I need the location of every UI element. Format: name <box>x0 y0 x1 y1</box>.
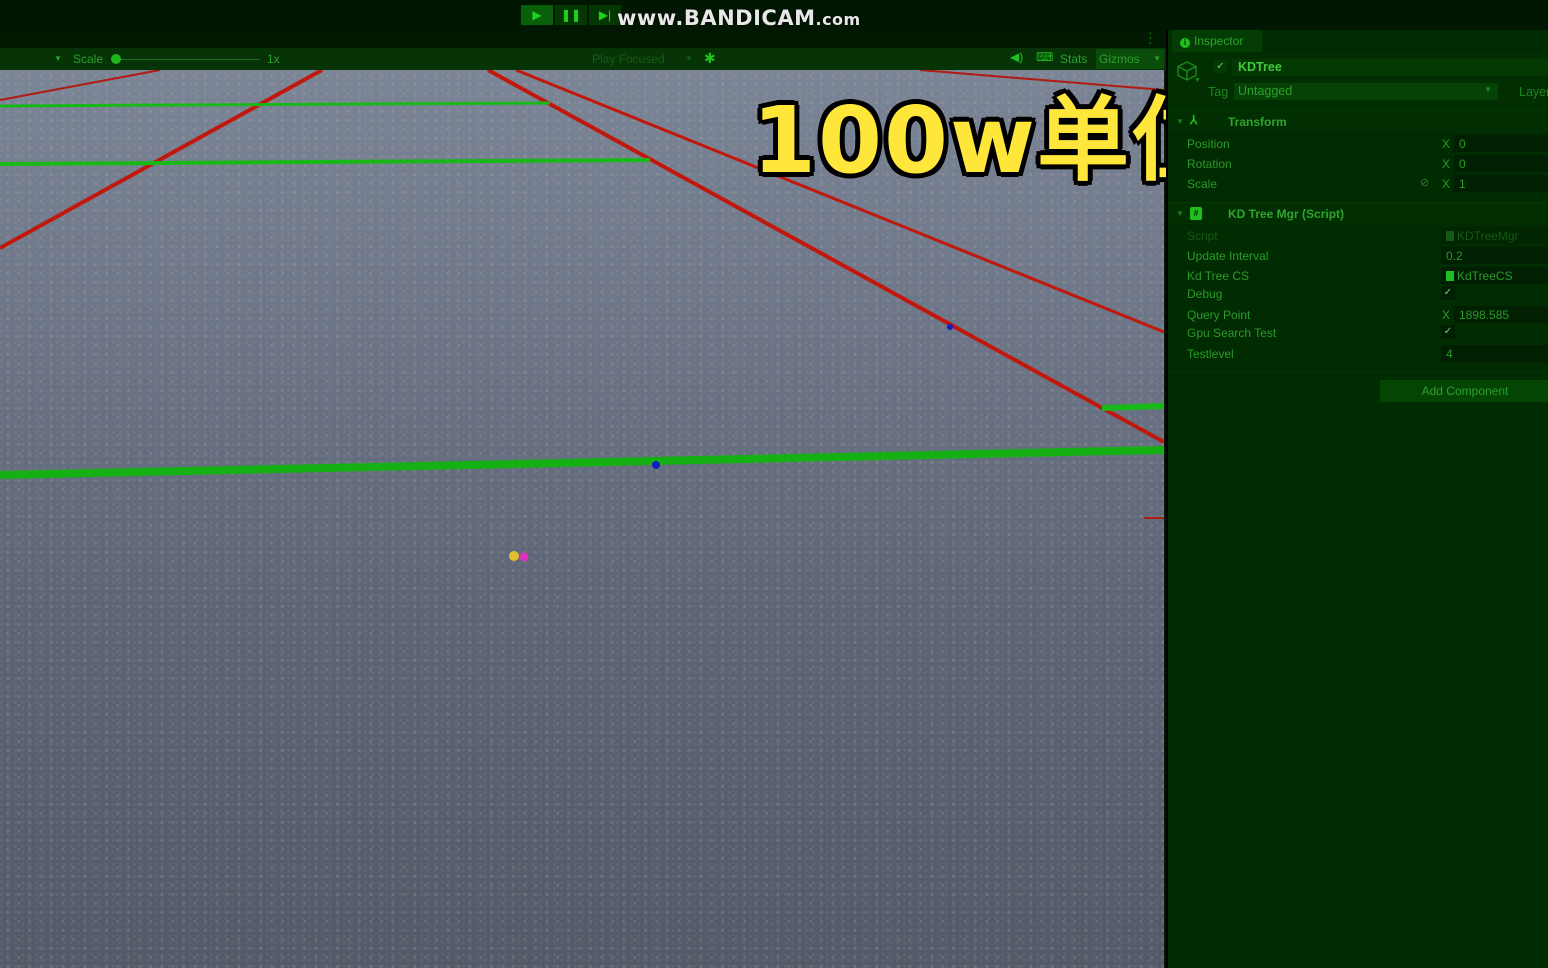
gizmos-button[interactable]: Gizmos ▼ <box>1096 49 1164 69</box>
kdtree-mgr-title: KD Tree Mgr (Script) <box>1228 207 1345 221</box>
script-value: KDTreeMgr <box>1457 229 1519 243</box>
kdtree-mgr-component-header[interactable]: ▼ # KD Tree Mgr (Script) <box>1168 202 1548 224</box>
scale-x-label: X <box>1442 177 1451 191</box>
scale-label: Scale <box>73 52 104 66</box>
editor-top-bar: ▶ ❚❚ ▶| www.BANDICAM.com <box>0 0 1548 32</box>
play-button[interactable]: ▶ <box>521 5 553 25</box>
gpu-search-test-row: Gpu Search Test ✓ <box>1168 323 1548 343</box>
testlevel-field[interactable]: 4 <box>1441 345 1548 362</box>
constrain-proportions-icon[interactable]: ⊘ <box>1420 176 1429 189</box>
kd-split-line-z <box>0 158 651 166</box>
rotation-x-field[interactable]: 0 <box>1454 155 1548 172</box>
video-caption: 100w单位 <box>752 87 1226 194</box>
play-mode-dropdown[interactable]: Play Focused <box>592 52 665 66</box>
scale-slider-track[interactable] <box>118 59 260 60</box>
active-checkbox[interactable]: ✓ <box>1214 60 1227 73</box>
tag-dropdown[interactable]: Untagged ▼ <box>1234 83 1498 100</box>
query-point-x-field[interactable]: 1898.585 <box>1454 306 1548 323</box>
kd-node-marker <box>652 461 660 469</box>
position-x-field[interactable]: 0 <box>1454 135 1548 152</box>
update-interval-field[interactable]: 0.2 <box>1441 247 1548 264</box>
more-options-icon[interactable]: · · · <box>1148 25 1153 49</box>
testlevel-label: Testlevel <box>1187 347 1234 361</box>
component-divider <box>1168 371 1548 372</box>
testlevel-row: Testlevel 4 <box>1168 344 1548 364</box>
kd-tree-cs-row: Kd Tree CS KdTreeCS <box>1168 266 1548 286</box>
play-controls: ▶ ❚❚ ▶| <box>521 5 621 25</box>
game-viewport[interactable] <box>0 70 1164 968</box>
scale-x-field[interactable]: 1 <box>1454 175 1548 192</box>
transform-icon: ⅄ <box>1190 113 1198 127</box>
query-point-marker <box>509 551 519 561</box>
step-icon: ▶| <box>598 8 612 22</box>
add-component-button[interactable]: Add Component <box>1380 380 1548 402</box>
game-view-toolbar: ▼ Scale 1x Play Focused ▼ ✱ ◀) ⌨ Stats G… <box>0 48 1166 70</box>
position-row: Position X 0 <box>1168 134 1548 154</box>
script-icon: # <box>1190 207 1202 220</box>
kd-split-line-x <box>0 70 323 250</box>
rotation-row: Rotation X 0 <box>1168 154 1548 174</box>
pause-button[interactable]: ❚❚ <box>555 5 587 25</box>
position-label: Position <box>1187 137 1230 151</box>
play-icon: ▶ <box>532 8 542 22</box>
position-x-label: X <box>1442 137 1451 151</box>
rotation-x-label: X <box>1442 157 1451 171</box>
script-row: Script KDTreeMgr <box>1168 226 1548 246</box>
tab-inspector-label: Inspector <box>1194 34 1244 48</box>
transform-title: Transform <box>1228 115 1287 129</box>
layer-label: Layer <box>1519 85 1548 99</box>
kd-tree-cs-field[interactable]: KdTreeCS <box>1441 267 1548 284</box>
gpu-search-test-label: Gpu Search Test <box>1187 326 1277 340</box>
kd-split-line-z <box>0 101 551 108</box>
script-asset-icon <box>1446 231 1454 241</box>
info-icon: i <box>1180 38 1190 48</box>
scale-label: Scale <box>1187 177 1218 191</box>
bug-icon[interactable]: ✱ <box>704 50 716 67</box>
update-interval-label: Update Interval <box>1187 249 1269 263</box>
debug-row: Debug ✓ <box>1168 284 1548 304</box>
gizmos-dropdown-arrow-icon[interactable]: ▼ <box>1153 54 1161 63</box>
foldout-arrow-icon[interactable]: ▼ <box>1176 117 1184 126</box>
kd-split-line-z <box>0 446 1164 479</box>
tag-value: Untagged <box>1238 84 1293 98</box>
kd-tree-gizmos <box>0 70 1164 562</box>
play-mode-arrow-icon[interactable]: ▼ <box>685 54 693 63</box>
foldout-arrow-icon[interactable]: ▼ <box>1176 209 1184 218</box>
rotation-label: Rotation <box>1187 157 1232 171</box>
gameobject-header: ▼ ✓ KDTree Tag Untagged ▼ Layer <box>1168 52 1548 110</box>
stats-button[interactable]: Stats <box>1060 52 1087 66</box>
query-point-x-label: X <box>1442 308 1451 322</box>
update-interval-row: Update Interval 0.2 <box>1168 246 1548 266</box>
compute-shader-icon <box>1446 271 1454 281</box>
debug-label: Debug <box>1187 287 1223 301</box>
kd-tree-cs-label: Kd Tree CS <box>1187 269 1250 283</box>
tab-inspector[interactable]: i Inspector <box>1172 30 1262 52</box>
kd-split-line-x <box>0 70 161 101</box>
tag-label: Tag <box>1208 85 1229 99</box>
kd-tree-cs-value: KdTreeCS <box>1457 269 1513 283</box>
scale-slider-handle[interactable] <box>111 54 121 64</box>
transform-component-header[interactable]: ▼ ⅄ Transform <box>1168 110 1548 132</box>
chevron-down-icon: ▼ <box>1484 85 1492 94</box>
nearest-result-marker <box>519 552 529 562</box>
object-name-field[interactable]: KDTree <box>1232 59 1548 76</box>
recorder-watermark: www.BANDICAM.com <box>617 6 861 30</box>
query-point-label: Query Point <box>1187 308 1251 322</box>
gpu-search-test-checkbox[interactable]: ✓ <box>1441 325 1455 339</box>
audio-mute-icon[interactable]: ◀) <box>1010 50 1023 64</box>
inspector-panel: i Inspector ▼ ✓ KDTree Tag Untagged ▼ Laye… <box>1166 30 1548 968</box>
debug-checkbox[interactable]: ✓ <box>1441 286 1455 300</box>
script-field: KDTreeMgr <box>1441 227 1548 244</box>
query-point-row: Query Point X 1898.585 <box>1168 305 1548 325</box>
kd-split-line-z <box>1101 403 1164 411</box>
gizmos-label: Gizmos <box>1099 52 1140 66</box>
icon-dropdown-arrow-icon[interactable]: ▼ <box>1194 77 1201 84</box>
kd-node-marker <box>947 324 953 330</box>
scale-value: 1x <box>267 52 280 66</box>
keyboard-icon[interactable]: ⌨ <box>1036 50 1053 64</box>
display-dropdown-arrow-icon[interactable]: ▼ <box>54 54 62 63</box>
pause-icon: ❚❚ <box>560 8 582 22</box>
script-label: Script <box>1187 229 1218 243</box>
scale-row: Scale ⊘ X 1 <box>1168 174 1548 194</box>
